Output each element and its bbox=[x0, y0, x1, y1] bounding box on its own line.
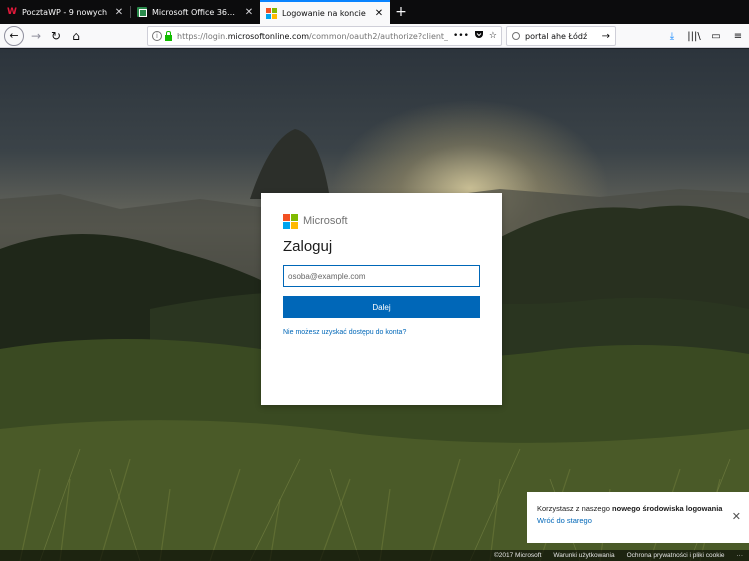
tab-label: Microsoft Office 365 ProPlus bbox=[152, 7, 240, 17]
menu-icon[interactable]: ≡ bbox=[727, 31, 749, 42]
terms-link[interactable]: Warunki użytkowania bbox=[553, 552, 614, 559]
search-value[interactable]: portal ahe Łódź bbox=[525, 32, 587, 41]
home-icon: ⌂ bbox=[72, 28, 80, 43]
tab-poczta-wp[interactable]: W PocztaWP - 9 nowych ✕ bbox=[0, 0, 130, 24]
next-button[interactable]: Dalej bbox=[283, 296, 480, 318]
close-tab-icon[interactable]: ✕ bbox=[114, 7, 124, 18]
office365-icon bbox=[136, 7, 147, 18]
toolbar-right: ⤓ |||\ ▭ ≡ bbox=[661, 26, 749, 46]
pocket-icon[interactable] bbox=[474, 30, 484, 42]
close-tab-icon[interactable]: ✕ bbox=[244, 7, 254, 18]
tab-label: Logowanie na koncie bbox=[282, 8, 366, 18]
close-icon[interactable]: ✕ bbox=[732, 510, 741, 523]
wp-icon: W bbox=[7, 7, 17, 17]
microsoft-logo-icon bbox=[283, 213, 298, 229]
microsoft-logo: Microsoft bbox=[283, 213, 480, 229]
back-to-old-link[interactable]: Wróć do starego bbox=[537, 516, 739, 525]
email-field[interactable] bbox=[283, 265, 480, 287]
signin-card: Microsoft Zaloguj Dalej Nie możesz uzysk… bbox=[261, 193, 502, 405]
forward-arrow-icon: → bbox=[30, 28, 42, 43]
cant-access-account-link[interactable]: Nie możesz uzyskać dostępu do konta? bbox=[283, 329, 480, 336]
library-icon[interactable]: |||\ bbox=[683, 31, 705, 42]
back-button[interactable]: ← bbox=[4, 25, 24, 46]
search-go-icon[interactable]: → bbox=[602, 31, 610, 42]
reload-icon: ↻ bbox=[50, 28, 62, 43]
tab-logowanie[interactable]: Logowanie na koncie ✕ bbox=[260, 0, 390, 24]
page-actions-icon[interactable]: ••• bbox=[453, 31, 469, 41]
tab-strip: W PocztaWP - 9 nowych ✕ Microsoft Office… bbox=[0, 0, 749, 24]
more-options-icon[interactable]: ··· bbox=[737, 552, 744, 559]
footer: ©2017 Microsoft Warunki użytkowania Ochr… bbox=[0, 550, 749, 561]
search-icon bbox=[512, 32, 520, 40]
navigation-bar: ← → ↻ ⌂ i https://login.microsoftonline.… bbox=[0, 24, 749, 48]
forward-button[interactable]: → bbox=[26, 26, 46, 46]
download-icon[interactable]: ⤓ bbox=[661, 31, 683, 42]
microsoft-icon bbox=[266, 7, 277, 19]
url-text[interactable]: https://login.microsoftonline.com/common… bbox=[177, 32, 448, 41]
info-icon[interactable]: i bbox=[152, 31, 162, 41]
reload-button[interactable]: ↻ bbox=[46, 26, 66, 46]
notice-text: Korzystasz z naszego nowego środowiska l… bbox=[537, 504, 723, 513]
back-arrow-icon: ← bbox=[9, 29, 19, 42]
sidebar-icon[interactable]: ▭ bbox=[705, 31, 727, 42]
page-title: Zaloguj bbox=[283, 238, 333, 255]
close-tab-icon[interactable]: ✕ bbox=[374, 8, 384, 19]
search-bar[interactable]: portal ahe Łódź → bbox=[506, 26, 616, 46]
copyright: ©2017 Microsoft bbox=[493, 552, 542, 559]
bookmark-star-icon[interactable]: ☆ bbox=[489, 31, 497, 41]
privacy-link[interactable]: Ochrona prywatności i pliki cookie bbox=[627, 552, 725, 559]
brand-name: Microsoft bbox=[303, 215, 348, 227]
lock-icon[interactable] bbox=[165, 30, 172, 41]
new-experience-notice: Korzystasz z naszego nowego środowiska l… bbox=[527, 492, 749, 543]
home-button[interactable]: ⌂ bbox=[66, 26, 86, 46]
url-bar[interactable]: i https://login.microsoftonline.com/comm… bbox=[147, 26, 502, 46]
tab-office365[interactable]: Microsoft Office 365 ProPlus ✕ bbox=[130, 0, 260, 24]
tab-label: PocztaWP - 9 nowych bbox=[22, 7, 108, 17]
new-tab-button[interactable]: + bbox=[390, 0, 412, 24]
